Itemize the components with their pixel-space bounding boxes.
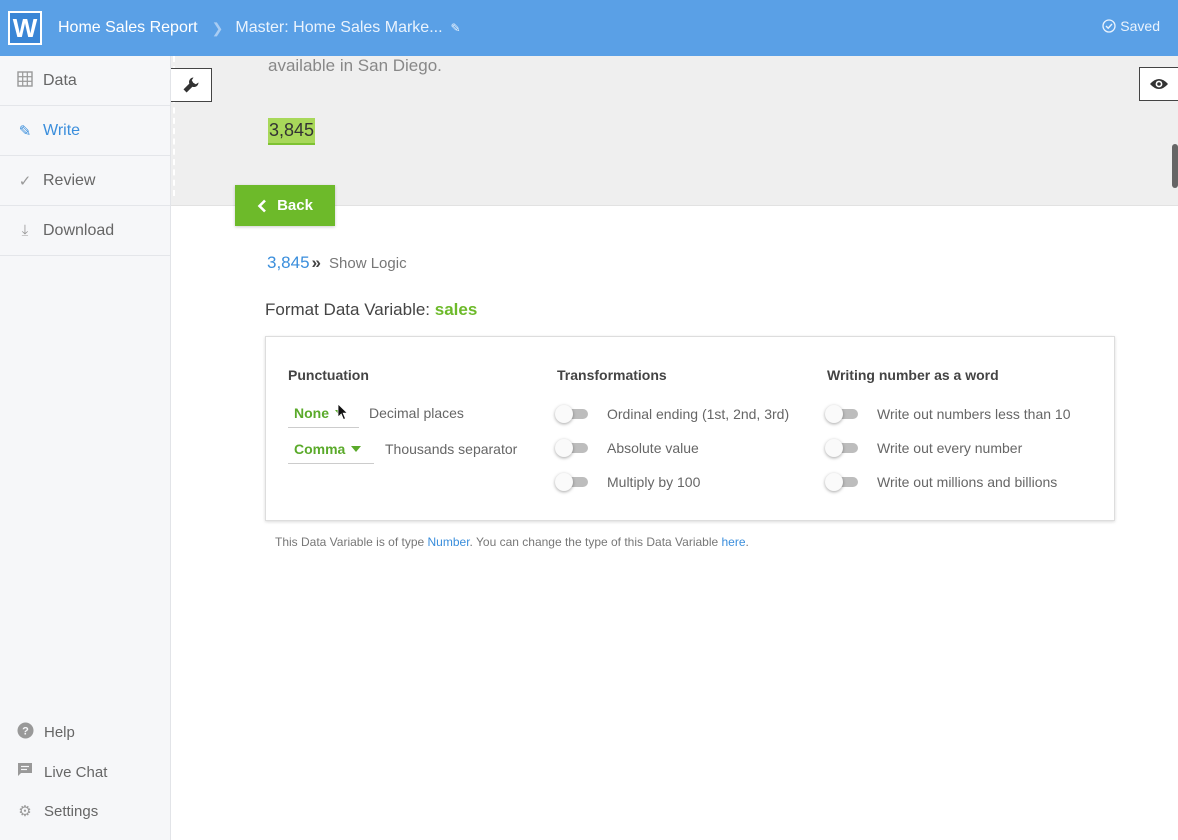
ordinal-ending-toggle-row[interactable]: Ordinal ending (1st, 2nd, 3rd) [555,405,789,423]
grid-icon [16,70,34,91]
sidebar-item-review[interactable]: ✓ Review [0,156,170,206]
svg-text:?: ? [22,726,29,738]
decimal-places-label: Decimal places [369,405,464,421]
app-logo[interactable]: W [8,11,42,45]
sidebar: Data ✎ Write ✓ Review ⤓ Download ? Help … [0,56,171,840]
thousands-separator-value: Comma [294,440,346,457]
numbers-less-than-10-toggle[interactable] [825,405,859,423]
sidebar-item-label: Settings [44,802,99,820]
millions-billions-toggle[interactable] [825,473,859,491]
sidebar-item-label: Data [43,71,77,89]
chat-icon [16,762,34,782]
toggle-label: Write out every number [877,440,1023,456]
sidebar-item-live-chat[interactable]: Live Chat [16,762,107,782]
toggle-label: Multiply by 100 [607,474,701,490]
document-preview: available in San Diego. 3,845 [171,56,1178,206]
wrench-icon [183,77,199,93]
back-button[interactable]: Back [235,185,335,226]
sidebar-item-label: Help [44,724,75,741]
every-number-toggle-row[interactable]: Write out every number [825,439,1022,457]
every-number-toggle[interactable] [825,439,859,457]
note-prefix: This Data Variable is of type [275,535,428,549]
toggle-label: Ordinal ending (1st, 2nd, 3rd) [607,406,790,422]
multiply-by-100-toggle[interactable] [555,473,589,491]
breadcrumb-report[interactable]: Home Sales Report [58,19,198,37]
help-icon: ? [16,722,34,743]
transformations-heading: Transformations [557,367,667,383]
back-label: Back [277,197,313,214]
sidebar-item-help[interactable]: ? Help [16,722,75,743]
type-note: This Data Variable is of type Number. Yo… [275,535,749,549]
change-type-link[interactable]: here [722,535,746,549]
wrench-button[interactable] [171,68,212,102]
ordinal-ending-toggle[interactable] [555,405,589,423]
multiply-by-100-toggle-row[interactable]: Multiply by 100 [555,473,700,491]
save-status: Saved [1102,18,1160,34]
logic-separator: » [311,253,322,272]
top-bar: W Home Sales Report ❯ Master: Home Sales… [0,0,1178,56]
absolute-value-toggle[interactable] [555,439,589,457]
download-icon: ⤓ [21,222,29,239]
decimal-places-value: None [294,404,329,421]
variable-value-link[interactable]: 3,845 [267,253,310,273]
sidebar-item-settings[interactable]: ⚙ Settings [16,802,99,821]
sidebar-item-label: Live Chat [44,763,108,781]
highlighted-variable[interactable]: 3,845 [268,118,316,145]
sidebar-item-label: Write [43,121,81,139]
format-variable-name: sales [434,300,478,319]
caret-down-icon [351,445,362,452]
note-middle: . You can change the type of this Data V… [469,535,722,549]
thousands-separator-label: Thousands separator [385,441,518,457]
pencil-icon: ✎ [18,122,32,140]
gear-icon: ⚙ [18,803,32,820]
chevron-left-icon [257,199,266,212]
format-title-label: Format Data Variable: [265,300,435,319]
preview-toggle-button[interactable] [1139,67,1178,101]
absolute-value-toggle-row[interactable]: Absolute value [555,439,699,457]
eye-icon [1150,79,1168,89]
note-suffix: . [745,535,749,549]
format-title: Format Data Variable: sales [265,300,477,320]
toggle-label: Write out numbers less than 10 [877,406,1071,422]
sidebar-item-label: Download [43,221,115,239]
toggle-label: Write out millions and billions [877,474,1058,490]
sidebar-item-data[interactable]: Data [0,56,170,106]
millions-billions-toggle-row[interactable]: Write out millions and billions [825,473,1057,491]
sidebar-item-label: Review [43,171,96,189]
punctuation-heading: Punctuation [288,367,369,383]
chevron-right-icon: ❯ [211,19,224,36]
sidebar-item-download[interactable]: ⤓ Download [0,206,170,256]
sidebar-item-write[interactable]: ✎ Write [0,106,170,156]
breadcrumb-section[interactable]: Master: Home Sales Marke... [235,19,442,37]
variable-logic-line: 3,845 » Show Logic [267,253,407,273]
numbers-less-than-10-toggle-row[interactable]: Write out numbers less than 10 [825,405,1071,423]
save-status-label: Saved [1120,18,1160,34]
type-link[interactable]: Number [428,535,470,549]
words-heading: Writing number as a word [827,367,999,383]
check-icon: ✓ [18,172,32,190]
format-options-panel: Punctuation None Decimal places Comma Th… [265,336,1115,521]
edit-pencil-icon[interactable]: ✎ [451,21,461,35]
scrollbar-thumb[interactable] [1172,144,1178,188]
toggle-label: Absolute value [607,440,699,456]
show-logic-link[interactable]: Show Logic [329,255,407,272]
thousands-separator-select[interactable]: Comma [288,434,374,464]
preview-text: available in San Diego. [268,56,442,75]
mouse-cursor-icon [337,403,349,421]
check-circle-icon [1102,19,1116,33]
